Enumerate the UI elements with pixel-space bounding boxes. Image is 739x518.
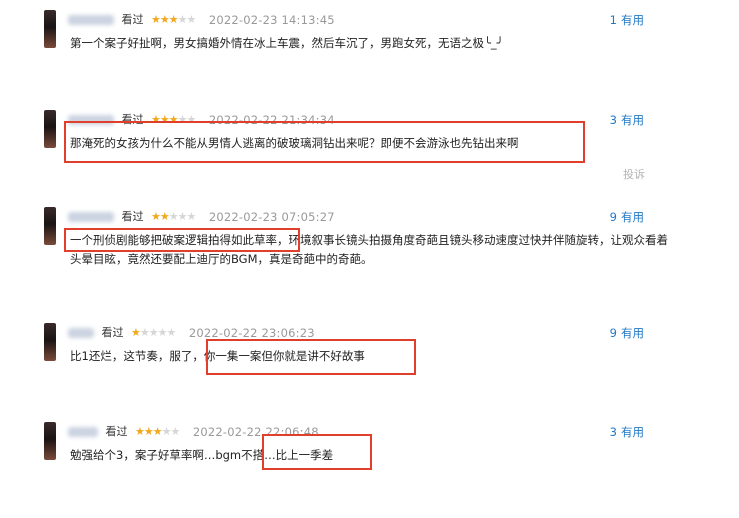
rating-stars-icon: ★★★★★ — [151, 210, 196, 223]
watched-label: 看过 — [121, 210, 144, 223]
avatar[interactable] — [44, 110, 56, 148]
comment-time: 2022-02-23 07:05:27 — [208, 210, 335, 224]
useful-count: 3 — [609, 425, 617, 439]
useful-label: 有用 — [621, 425, 644, 439]
watched-label: 看过 — [121, 13, 144, 26]
comment-time: 2022-02-23 14:13:45 — [208, 13, 335, 27]
useful-count: 3 — [609, 113, 617, 127]
comment-item: 看过 ★★★★★ 2022-02-23 14:13:45 1 有用 第一个案子好扯… — [0, 10, 739, 106]
useful-label: 有用 — [621, 13, 644, 27]
useful-label: 有用 — [621, 210, 644, 224]
comment-meta: 看过 ★★★★★ 2022-02-23 07:05:27 — [68, 209, 335, 225]
rating-stars-icon: ★★★★★ — [131, 326, 176, 339]
watched-label: 看过 — [105, 425, 128, 438]
comment-meta: 看过 ★★★★★ 2022-02-23 14:13:45 — [68, 12, 335, 28]
useful-button[interactable]: 3 有用 — [610, 424, 644, 440]
username-blurred[interactable] — [68, 212, 114, 222]
highlight-box — [64, 121, 585, 163]
useful-count: 9 — [609, 210, 617, 224]
username-blurred[interactable] — [68, 427, 98, 437]
report-link[interactable]: 投诉 — [623, 166, 645, 182]
useful-label: 有用 — [621, 113, 644, 127]
useful-count: 1 — [609, 13, 617, 27]
rating-stars-icon: ★★★★★ — [135, 425, 180, 438]
useful-label: 有用 — [621, 326, 644, 340]
comment-time: 2022-02-22 23:06:23 — [188, 326, 315, 340]
comment-item: 看过 ★★★★★ 2022-02-23 07:05:27 9 有用 一个刑侦剧能够… — [0, 207, 739, 303]
useful-button[interactable]: 9 有用 — [610, 325, 644, 341]
comment-text: 第一个案子好扯啊，男女搞婚外情在冰上车震，然后车沉了，男跑女死，无语之极╰_╯ — [70, 36, 504, 50]
useful-button[interactable]: 1 有用 — [610, 12, 644, 28]
avatar[interactable] — [44, 323, 56, 361]
avatar[interactable] — [44, 422, 56, 460]
useful-count: 9 — [609, 326, 617, 340]
useful-button[interactable]: 3 有用 — [610, 112, 644, 128]
username-blurred[interactable] — [68, 15, 114, 25]
highlight-box — [262, 434, 372, 470]
username-blurred[interactable] — [68, 328, 94, 338]
highlight-box — [64, 228, 300, 252]
avatar[interactable] — [44, 10, 56, 48]
highlight-box — [206, 339, 416, 375]
avatar[interactable] — [44, 207, 56, 245]
rating-stars-icon: ★★★★★ — [151, 13, 196, 26]
watched-label: 看过 — [101, 326, 124, 339]
useful-button[interactable]: 9 有用 — [610, 209, 644, 225]
